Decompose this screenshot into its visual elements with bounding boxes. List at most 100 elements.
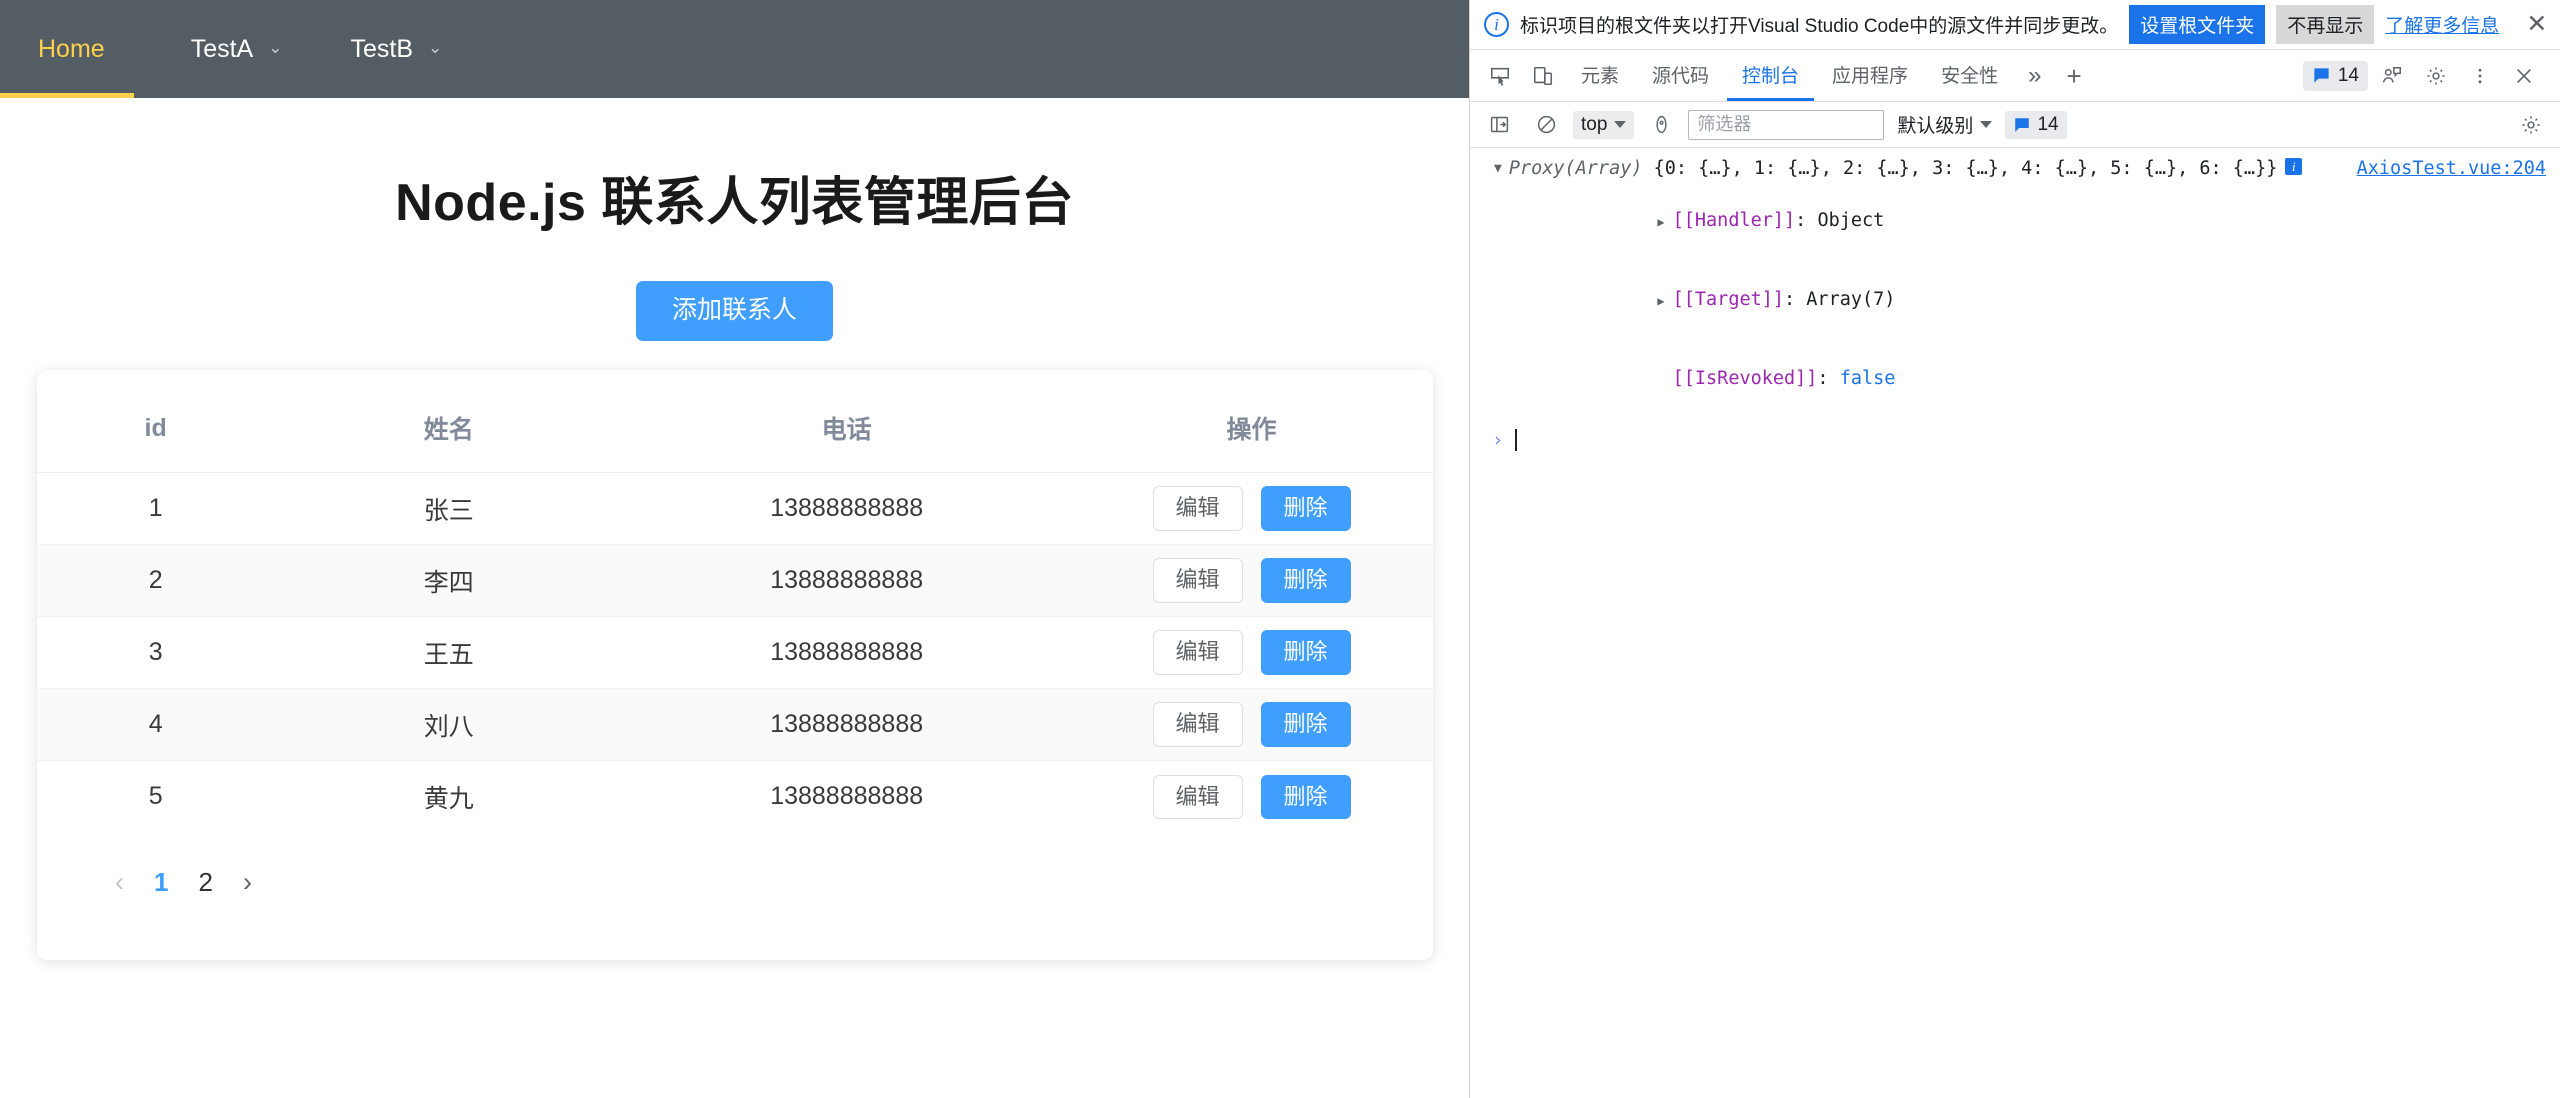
column-header-phone: 电话	[623, 370, 1071, 473]
delete-button[interactable]: 删除	[1260, 702, 1351, 747]
more-tabs-icon[interactable]: »	[2016, 63, 2053, 88]
cell-actions: 编辑 删除	[1070, 617, 1433, 689]
log-constructor: Proxy(Array)	[1508, 158, 1643, 179]
delete-button[interactable]: 删除	[1260, 558, 1351, 603]
add-contact-button[interactable]: 添加联系人	[635, 281, 833, 341]
pagination-prev-icon[interactable]: ‹	[115, 868, 124, 896]
chevron-down-icon	[1980, 121, 1993, 128]
console-messages-badge[interactable]: 14	[2302, 60, 2368, 91]
nav-item-home[interactable]: Home	[0, 0, 157, 98]
text-caret	[1515, 429, 1518, 451]
cell-name: 黄九	[423, 784, 474, 813]
live-expression-icon[interactable]	[1641, 105, 1681, 145]
log-preview: {0: {…}, 1: {…}, 2: {…}, 3: {…}, 4: {…},…	[1653, 158, 2278, 179]
log-source-link[interactable]: AxiosTest.vue:204	[2357, 156, 2546, 182]
console-output[interactable]: ▼ Proxy(Array) {0: {…}, 1: {…}, 2: {…}, …	[1470, 148, 2560, 1098]
log-property-row: ▶ [[Handler]]: Object	[1657, 210, 1885, 231]
delete-button[interactable]: 删除	[1260, 774, 1351, 819]
edit-button[interactable]: 编辑	[1152, 486, 1243, 531]
tab-elements[interactable]: 元素	[1566, 50, 1634, 101]
nav-item-testb[interactable]: TestB ⌄	[316, 0, 476, 98]
console-settings-gear-icon[interactable]	[2511, 105, 2551, 145]
pagination-page-1[interactable]: 1	[154, 869, 168, 895]
cell-name: 刘八	[274, 688, 624, 761]
clear-console-icon[interactable]	[1526, 105, 1566, 145]
edit-button[interactable]: 编辑	[1152, 630, 1243, 675]
tab-security[interactable]: 安全性	[1926, 50, 2013, 101]
execution-context-select[interactable]: top	[1573, 110, 1635, 139]
tab-console[interactable]: 控制台	[1727, 50, 1815, 101]
pagination-next-icon[interactable]: ›	[243, 868, 252, 896]
console-messages-count: 14	[2337, 64, 2359, 86]
console-sidebar-toggle-icon[interactable]	[1479, 105, 1519, 145]
device-toolbar-icon[interactable]	[1523, 56, 1563, 96]
add-contact-row: 添加联系人	[0, 281, 1469, 341]
nav-item-testb-label: TestB	[350, 34, 413, 63]
nav-item-home-label: Home	[38, 34, 105, 63]
contacts-card: id 姓名 电话 操作 1 张三 13888888888 编辑 删除 2 李四 …	[37, 370, 1433, 960]
dont-show-again-button[interactable]: 不再显示	[2276, 5, 2375, 44]
execution-context-value: top	[1581, 113, 1608, 135]
tab-application[interactable]: 应用程序	[1817, 50, 1923, 101]
log-property-value: false	[1839, 368, 1896, 389]
page-title: Node.js 联系人列表管理后台	[395, 174, 1074, 232]
delete-button[interactable]: 删除	[1260, 630, 1351, 675]
cell-id: 5	[148, 782, 163, 811]
close-icon[interactable]: ✕	[2526, 12, 2547, 37]
log-property-name: [[Target]]	[1672, 289, 1785, 310]
console-issues-badge[interactable]: 14	[2005, 110, 2067, 139]
log-property-name: [[IsRevoked]]	[1672, 368, 1818, 389]
chevron-down-icon: ⌄	[428, 37, 443, 57]
console-filter-input[interactable]	[1688, 109, 1885, 140]
devtools-tabbar-actions: 14	[2302, 56, 2550, 96]
cell-id: 3	[148, 638, 163, 666]
edit-button[interactable]: 编辑	[1152, 702, 1243, 747]
cell-name: 李四	[274, 544, 624, 617]
expand-triangle-icon[interactable]: ▶	[1657, 294, 1664, 308]
add-tab-icon[interactable]: +	[2056, 63, 2091, 89]
close-devtools-icon[interactable]	[2504, 56, 2544, 96]
chevron-down-icon	[1614, 121, 1627, 128]
cell-phone: 13888888888	[623, 544, 1071, 617]
column-header-op: 操作	[1070, 370, 1433, 473]
column-header-id: id	[37, 370, 275, 473]
kebab-menu-icon[interactable]	[2460, 56, 2500, 96]
edit-button[interactable]: 编辑	[1152, 558, 1243, 603]
column-header-name: 姓名	[274, 370, 624, 473]
nav-item-testa-label: TestA	[190, 34, 254, 63]
table-row: 4 刘八 13888888888 编辑 删除	[37, 688, 1433, 761]
feedback-icon[interactable]	[2372, 56, 2412, 96]
log-property-value: Array(7)	[1806, 289, 1896, 310]
info-badge-icon[interactable]: i	[2285, 158, 2303, 175]
log-property-value: Object	[1817, 210, 1885, 231]
pagination: ‹ 1 2 ›	[37, 833, 1433, 896]
nav-item-testa[interactable]: TestA ⌄	[157, 0, 317, 98]
console-log-entry: ▼ Proxy(Array) {0: {…}, 1: {…}, 2: {…}, …	[1470, 154, 2560, 421]
cell-actions: 编辑 删除	[1070, 688, 1433, 761]
cell-phone: 13888888888	[623, 688, 1071, 761]
chevron-down-icon: ⌄	[268, 37, 283, 57]
log-level-select[interactable]: 默认级别	[1891, 111, 1998, 138]
expand-triangle-icon[interactable]: ▼	[1494, 156, 1502, 182]
pagination-page-2[interactable]: 2	[198, 869, 212, 895]
devtools-panel: i 标识项目的根文件夹以打开Visual Studio Code中的源文件并同步…	[1470, 0, 2560, 1098]
inspect-element-icon[interactable]	[1480, 56, 1520, 96]
log-property-name: [[Handler]]	[1672, 210, 1796, 231]
learn-more-link[interactable]: 了解更多信息	[2385, 11, 2499, 38]
tab-sources[interactable]: 源代码	[1637, 50, 1724, 101]
gear-icon[interactable]	[2416, 56, 2456, 96]
cell-phone: 13888888888	[770, 494, 924, 522]
table-body: 1 张三 13888888888 编辑 删除 2 李四 13888888888 …	[37, 473, 1433, 833]
table-header-row: id 姓名 电话 操作	[37, 370, 1433, 473]
web-page: Home TestA ⌄ TestB ⌄ Node.js 联系人列表管理后台 添…	[0, 0, 1470, 1098]
set-root-folder-button[interactable]: 设置根文件夹	[2129, 5, 2266, 44]
banner-message: 标识项目的根文件夹以打开Visual Studio Code中的源文件并同步更改…	[1520, 16, 2119, 37]
console-toolbar: top 默认级别 14	[1470, 102, 2560, 148]
cell-id: 4	[37, 688, 275, 761]
edit-button[interactable]: 编辑	[1152, 774, 1243, 819]
cell-name: 王五	[423, 640, 474, 669]
delete-button[interactable]: 删除	[1260, 486, 1351, 531]
expand-triangle-icon[interactable]: ▶	[1657, 215, 1664, 229]
cell-phone: 13888888888	[770, 782, 924, 811]
console-prompt[interactable]: ›	[1470, 421, 2560, 451]
